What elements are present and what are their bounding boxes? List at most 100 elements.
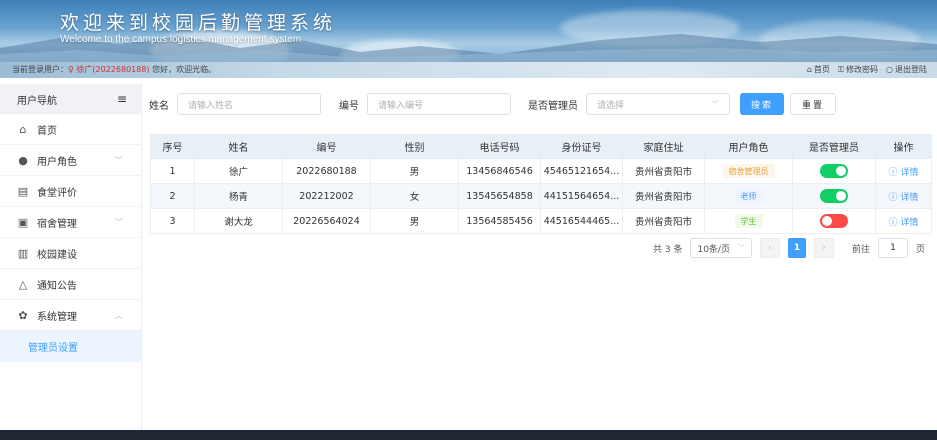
role-tag: 宿舍管理员 — [722, 164, 775, 178]
chevron-right-icon: › — [822, 243, 826, 253]
toggle-knob — [836, 166, 846, 176]
detail-label: 详情 — [900, 192, 919, 203]
sidebar-item-home[interactable]: ⌂ 首页 — [0, 114, 141, 145]
sidebar-item-user-roles[interactable]: ● 用户角色 ﹀ — [0, 145, 141, 176]
filter-bar: 姓名 请输入姓名 编号 请输入编号 是否管理员 请选择 ﹀ 搜索 重置 — [143, 84, 937, 124]
row-index-cell: 2 — [150, 183, 195, 209]
detail-label: 详情 — [900, 167, 919, 178]
column-header: 身份证号 — [540, 134, 623, 159]
user-info-bar: 当前登录用户：♀ 徐广(2022680188) 您好，欢迎光临。 ⌂ 首页 ⚿ 修改… — [0, 62, 937, 78]
page-size-select[interactable]: 10条/页 ﹀ — [690, 238, 752, 258]
toggle-knob — [822, 216, 832, 226]
sidebar-item-label: 宿舍管理 — [37, 218, 77, 230]
chevron-up-icon: ︿ — [115, 310, 123, 320]
info-icon: ⓘ — [888, 167, 901, 178]
home-link-label: 首页 — [813, 65, 830, 74]
sidebar-item-campus-construction[interactable]: ▥ 校园建设 — [0, 238, 141, 269]
admin-filter-label: 是否管理员 — [528, 100, 578, 112]
next-page-button[interactable]: › — [813, 238, 834, 258]
sidebar-item-label: 系统管理 — [37, 311, 77, 323]
page-size-value: 10条/页 — [697, 244, 730, 255]
current-user: 徐广(2022680188) — [76, 65, 150, 74]
chevron-left-icon: ‹ — [768, 243, 772, 253]
admin-toggle-switch[interactable] — [820, 164, 848, 178]
gender-cell: 女 — [370, 183, 459, 209]
phone-cell: 13564585456 — [458, 208, 541, 234]
home-link[interactable]: ⌂ 首页 — [807, 62, 830, 78]
office-icon: ▥ — [17, 246, 29, 260]
admin-select-placeholder: 请选择 — [597, 100, 625, 111]
name-input-placeholder: 请输入姓名 — [188, 100, 234, 111]
column-header: 操作 — [875, 134, 932, 159]
chevron-down-icon: ﹀ — [711, 99, 719, 109]
table-row: 1 徐广 2022680188 男 13456846546 45465121654... 贵… — [150, 158, 932, 184]
admin-select[interactable]: 请选择 ﹀ — [586, 93, 730, 115]
id-card-cell: 44151564654... — [540, 183, 623, 209]
sidebar-subitem-label: 管理员设置 — [28, 343, 78, 354]
os-taskbar — [0, 430, 937, 440]
name-cell: 徐广 — [194, 158, 283, 184]
toggle-knob — [836, 191, 846, 201]
sidebar-subitem-admin-settings[interactable]: 管理员设置 — [0, 331, 141, 362]
sidebar: 用户导航 ≡ ⌂ 首页 ● 用户角色 ﹀ ▤ 食堂评价 ▣ 宿舍管理 ﹀ ▥ 校… — [0, 84, 142, 430]
gender-cell: 男 — [370, 158, 459, 184]
code-cell: 2022680188 — [282, 158, 371, 184]
admin-toggle-switch[interactable] — [820, 214, 848, 228]
search-button-label: 搜索 — [751, 100, 774, 111]
admin-toggle-cell — [792, 158, 876, 184]
logout-link[interactable]: ○ 退出登陆 — [886, 62, 927, 78]
app-title: 欢迎来到校园后勤管理系统 — [60, 12, 337, 34]
main-content: 姓名 请输入姓名 编号 请输入编号 是否管理员 请选择 ﹀ 搜索 重置 序号 姓… — [143, 84, 937, 430]
gear-icon: ✿ — [18, 308, 28, 322]
goto-page-input[interactable]: 1 — [877, 238, 908, 258]
column-header: 性别 — [370, 134, 459, 159]
sidebar-item-label: 用户角色 — [37, 156, 77, 168]
greeting-suffix: 您好，欢迎光临。 — [149, 65, 217, 74]
table-header-row: 序号 姓名 编号 性别 电话号码 身份证号 家庭住址 用户角色 是否管理员 操作 — [150, 134, 932, 159]
sidebar-item-canteen-review[interactable]: ▤ 食堂评价 — [0, 176, 141, 207]
change-password-link[interactable]: ⚿ 修改密码 — [838, 62, 878, 78]
name-search-input[interactable]: 请输入姓名 — [177, 93, 321, 115]
app-subtitle: Welcome to the campus logistics manageme… — [60, 34, 302, 45]
reset-button[interactable]: 重置 — [790, 93, 837, 115]
action-cell: ⓘ 详情 — [875, 208, 932, 234]
header-banner: 欢迎来到校园后勤管理系统 Welcome to the campus logis… — [0, 0, 937, 62]
column-header: 是否管理员 — [792, 134, 876, 159]
change-password-label: 修改密码 — [846, 65, 879, 74]
address-cell: 贵州省贵阳市 — [622, 183, 705, 209]
logout-label: 退出登陆 — [895, 65, 927, 74]
current-page-number[interactable]: 1 — [787, 238, 806, 258]
sidebar-title: 用户导航 — [17, 95, 57, 107]
info-icon: ⓘ — [888, 192, 901, 203]
name-cell: 杨青 — [194, 183, 283, 209]
prev-page-button[interactable]: ‹ — [759, 238, 780, 258]
goto-label: 前往 — [851, 244, 870, 255]
lock-icon: ⚿ — [837, 65, 845, 74]
menu-toggle-icon[interactable]: ≡ — [117, 92, 127, 106]
admin-toggle-switch[interactable] — [820, 189, 848, 203]
detail-button[interactable]: ⓘ 详情 — [889, 193, 919, 203]
name-filter-label: 姓名 — [149, 100, 169, 112]
detail-button[interactable]: ⓘ 详情 — [889, 218, 919, 228]
sidebar-item-notices[interactable]: △ 通知公告 — [0, 269, 141, 300]
address-cell: 贵州省贵阳市 — [622, 208, 705, 234]
page-suffix-label: 页 — [915, 244, 925, 255]
home-icon: ⌂ — [806, 65, 812, 74]
pagination-total: 共 3 条 — [653, 244, 683, 255]
detail-button[interactable]: ⓘ 详情 — [889, 168, 919, 178]
action-cell: ⓘ 详情 — [875, 183, 932, 209]
action-cell: ⓘ 详情 — [875, 158, 932, 184]
search-button[interactable]: 搜索 — [740, 93, 785, 115]
detail-label: 详情 — [900, 217, 919, 228]
gender-cell: 男 — [370, 208, 459, 234]
header-links: ⌂ 首页 ⚿ 修改密码 ○ 退出登陆 — [807, 62, 927, 78]
code-cell: 20226564024 — [282, 208, 371, 234]
column-header: 姓名 — [194, 134, 283, 159]
chevron-down-icon: ﹀ — [115, 155, 123, 165]
sidebar-item-dorm-management[interactable]: ▣ 宿舍管理 ﹀ — [0, 207, 141, 238]
reset-button-label: 重置 — [802, 100, 825, 111]
sidebar-item-system-management[interactable]: ✿ 系统管理 ︿ — [0, 300, 141, 331]
code-search-input[interactable]: 请输入编号 — [367, 93, 511, 115]
document-icon: ▤ — [17, 184, 29, 198]
phone-cell: 13456846546 — [458, 158, 541, 184]
